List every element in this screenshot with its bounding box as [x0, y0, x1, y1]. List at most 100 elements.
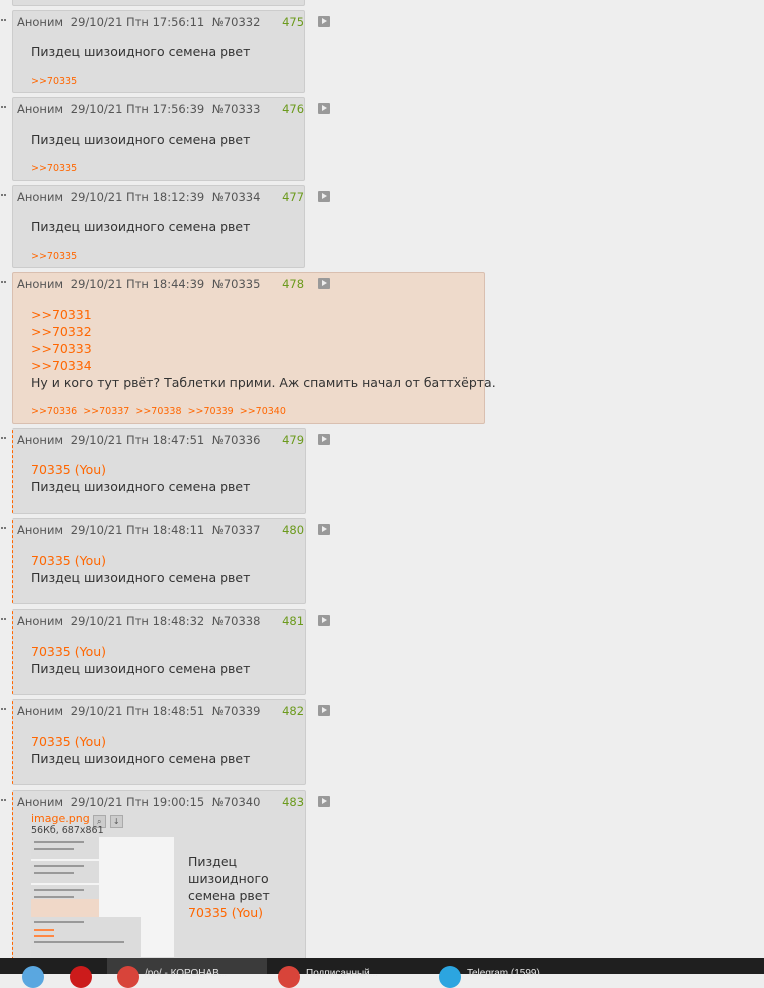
post-text: Пиздец шизоидного семена рвет — [31, 570, 251, 585]
download-icon[interactable]: ↓ — [109, 815, 123, 828]
post-text: Пиздец шизоидного семена рвет — [31, 132, 251, 147]
backlinks: >>70335 — [31, 163, 80, 174]
post-number-link[interactable]: №70340 — [212, 795, 261, 809]
post-count: 475 — [282, 15, 305, 29]
taskbar-item-tab-2[interactable]: Подписанный... — [270, 958, 430, 988]
taskbar-item-telegram[interactable]: Telegram (1599) — [433, 958, 593, 988]
post-text: Пиздец шизоидного семена рвет — [31, 44, 251, 59]
post-70340: Аноним 29/10/21 Птн 19:00:15 №70340 483 … — [1, 790, 330, 965]
post-number-link[interactable]: №70336 — [212, 433, 261, 447]
backlink[interactable]: >>70335 — [31, 251, 77, 262]
post-text: Пиздец шизоидного семена рвет — [31, 479, 251, 494]
quote-link[interactable]: 70335 (You) — [188, 904, 270, 921]
quote-link[interactable]: 70335 (You) — [31, 552, 250, 569]
post-header: Аноним 29/10/21 Птн 18:48:51 №70339 482 — [17, 704, 330, 718]
post-menu-icon[interactable] — [1, 19, 11, 23]
backlink[interactable]: >>70335 — [31, 76, 77, 87]
quote-link[interactable]: 70335 (You) — [31, 643, 250, 660]
post-header: Аноним 29/10/21 Птн 17:56:11 №70332 475 — [17, 15, 330, 29]
post-date: 29/10/21 Птн 18:48:51 — [70, 704, 205, 718]
post-date: 29/10/21 Птн 18:44:39 — [70, 277, 205, 291]
post-text: Пиздец шизоидного семена рвет — [31, 219, 251, 234]
post-number-link[interactable]: №70335 — [212, 277, 261, 291]
backlinks: >>70335 — [31, 251, 80, 262]
backlink[interactable]: >>70337 — [83, 406, 129, 417]
taskbar-item-browser[interactable] — [10, 958, 55, 988]
post-70333: Аноним 29/10/21 Птн 17:56:39 №70333 476 … — [1, 97, 330, 181]
post-header: Аноним 29/10/21 Птн 18:48:11 №70337 480 — [17, 523, 330, 537]
taskbar-item-opera[interactable] — [58, 958, 103, 988]
play-icon[interactable] — [317, 191, 330, 202]
post-70332: Аноним 29/10/21 Птн 17:56:11 №70332 475 … — [1, 10, 330, 93]
post-text: Пиздец шизоидного семена рвет — [31, 661, 251, 676]
post-number-link[interactable]: №70334 — [212, 190, 261, 204]
post-number-link[interactable]: №70337 — [212, 523, 261, 537]
post-70339: Аноним 29/10/21 Птн 18:48:51 №70339 482 … — [1, 699, 330, 785]
taskbar: /po/ - КОРОНАВ... Подписанный... Telegra… — [0, 958, 764, 988]
post-count: 479 — [282, 433, 305, 447]
post-header: Аноним 29/10/21 Птн 17:56:39 №70333 476 — [17, 102, 330, 116]
post-menu-icon[interactable] — [1, 799, 11, 803]
post-number-link[interactable]: №70338 — [212, 614, 261, 628]
post-body: 70335 (You) Пиздец шизоидного семена рве… — [31, 461, 250, 495]
poster-name: Аноним — [17, 523, 64, 537]
post-body: 70335 (You) Пиздец шизоидного семена рве… — [31, 552, 250, 586]
backlink[interactable]: >>70340 — [240, 406, 286, 417]
post-number-link[interactable]: №70339 — [212, 704, 261, 718]
play-icon[interactable] — [317, 524, 330, 535]
reply-link[interactable]: >>70333 — [31, 340, 496, 357]
quote-link[interactable]: 70335 (You) — [31, 733, 250, 750]
play-icon[interactable] — [317, 434, 330, 445]
image-thumbnail[interactable] — [31, 837, 174, 957]
file-name-link[interactable]: image.png — [31, 812, 90, 825]
reply-link[interactable]: >>70334 — [31, 357, 496, 374]
play-icon[interactable] — [317, 278, 330, 289]
post-date: 29/10/21 Птн 18:47:51 — [70, 433, 205, 447]
post-text: Ну и кого тут рвёт? Таблетки прими. Аж с… — [31, 375, 496, 390]
opera-icon — [70, 966, 92, 988]
backlink[interactable]: >>70335 — [31, 163, 77, 174]
play-icon[interactable] — [317, 16, 330, 27]
post-menu-icon[interactable] — [1, 618, 11, 622]
play-icon[interactable] — [317, 615, 330, 626]
reply-link[interactable]: >>70331 — [31, 306, 496, 323]
post-text-line: шизоидного — [188, 871, 269, 886]
play-icon[interactable] — [317, 705, 330, 716]
post-menu-icon[interactable] — [1, 708, 11, 712]
backlink[interactable]: >>70338 — [135, 406, 181, 417]
post-menu-icon[interactable] — [1, 281, 11, 285]
post-body: Пиздец шизоидного семена рвет 70335 (You… — [188, 853, 270, 921]
quote-link[interactable]: 70335 (You) — [31, 461, 250, 478]
post-header: Аноним 29/10/21 Птн 19:00:15 №70340 483 — [17, 795, 330, 809]
chrome-tab-icon — [117, 966, 139, 988]
taskbar-item-tab-1[interactable]: /po/ - КОРОНАВ... — [107, 958, 267, 988]
post-number-link[interactable]: №70332 — [212, 15, 261, 29]
poster-name: Аноним — [17, 15, 64, 29]
backlink[interactable]: >>70339 — [188, 406, 234, 417]
post-menu-icon[interactable] — [1, 527, 11, 531]
reply-link[interactable]: >>70332 — [31, 323, 496, 340]
post-header: Аноним 29/10/21 Птн 18:12:39 №70334 477 — [17, 190, 330, 204]
post-70337: Аноним 29/10/21 Птн 18:48:11 №70337 480 … — [1, 518, 330, 604]
backlinks: >>70336 >>70337 >>70338 >>70339 >>70340 — [31, 406, 289, 417]
post-menu-icon[interactable] — [1, 106, 11, 110]
poster-name: Аноним — [17, 277, 64, 291]
backlink[interactable]: >>70336 — [31, 406, 77, 417]
post-date: 29/10/21 Птн 17:56:39 — [70, 102, 205, 116]
post-count: 482 — [282, 704, 305, 718]
post-date: 29/10/21 Птн 18:12:39 — [70, 190, 205, 204]
play-icon[interactable] — [317, 796, 330, 807]
post-70336: Аноним 29/10/21 Птн 18:47:51 №70336 479 … — [1, 428, 330, 514]
post-number-link[interactable]: №70333 — [212, 102, 261, 116]
poster-name: Аноним — [17, 102, 64, 116]
poster-name: Аноним — [17, 614, 64, 628]
post-count: 480 — [282, 523, 305, 537]
post-menu-icon[interactable] — [1, 194, 11, 198]
poster-name: Аноним — [17, 704, 64, 718]
post-date: 29/10/21 Птн 18:48:11 — [70, 523, 205, 537]
post-date: 29/10/21 Птн 17:56:11 — [70, 15, 205, 29]
post-70335: Аноним 29/10/21 Птн 18:44:39 №70335 478 … — [1, 272, 496, 424]
post-body: 70335 (You) Пиздец шизоидного семена рве… — [31, 643, 250, 677]
play-icon[interactable] — [317, 103, 330, 114]
post-menu-icon[interactable] — [1, 437, 11, 441]
